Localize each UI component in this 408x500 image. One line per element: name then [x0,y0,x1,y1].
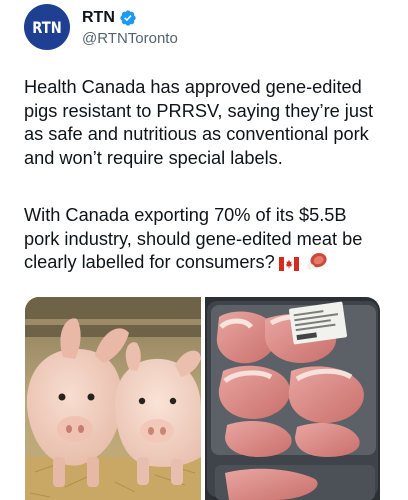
tweet-text-paragraph-2-wrap: With Canada exporting 70% of its $5.5B p… [24,204,396,278]
meat-icon [306,253,327,271]
emoji-group [278,251,329,278]
photo-packaged-pork-chops[interactable] [205,297,380,500]
tweet-media [25,297,380,500]
verified-badge-icon [120,9,136,26]
pork-chops-illustration [205,297,380,500]
handle[interactable]: @RTNToronto [82,30,178,47]
pigs-illustration [25,297,201,500]
display-name[interactable]: RTN [82,9,115,27]
author-names: RTN @RTNToronto [82,8,178,47]
photo-pigs-in-barn[interactable] [25,297,201,500]
tweet-card: RTN RTN @RTNToronto Health Canada has ap… [0,0,408,500]
avatar[interactable]: RTN [24,4,70,50]
name-row: RTN [82,8,178,28]
tweet-text-paragraph-1: Health Canada has approved gene-edited p… [24,77,374,168]
tweet-header: RTN RTN @RTNToronto [24,2,178,52]
canada-flag-icon [278,257,299,272]
avatar-logo-text: RTN [32,17,62,37]
